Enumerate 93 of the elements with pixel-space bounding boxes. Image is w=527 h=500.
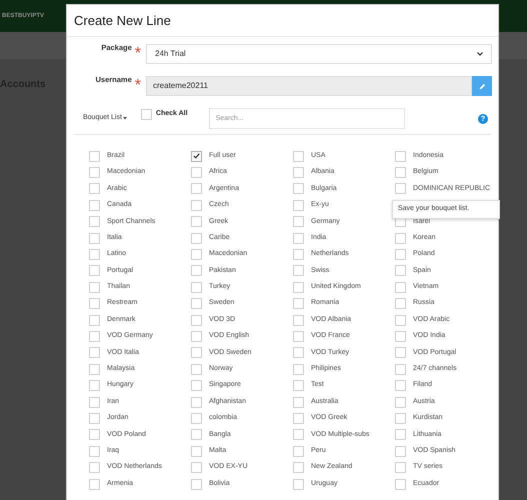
- chevron-down-icon: [477, 52, 483, 56]
- package-select[interactable]: 24h Trial: [146, 44, 492, 64]
- checkbox[interactable]: [395, 429, 406, 440]
- checkbox[interactable]: [293, 462, 304, 474]
- checkbox[interactable]: [395, 380, 406, 392]
- checkbox[interactable]: [293, 298, 304, 310]
- required-mark: *: [134, 76, 141, 96]
- check-icon: [193, 153, 200, 160]
- checkbox[interactable]: [191, 330, 202, 342]
- checkbox[interactable]: [395, 347, 406, 358]
- checkbox[interactable]: [89, 298, 100, 310]
- checkbox[interactable]: [293, 183, 304, 194]
- checkbox[interactable]: [293, 150, 304, 162]
- caret-icon: [122, 117, 127, 120]
- checkbox[interactable]: [89, 183, 100, 194]
- checkbox[interactable]: [395, 364, 406, 375]
- checkbox[interactable]: [191, 412, 202, 424]
- checkbox[interactable]: [89, 364, 100, 375]
- checkbox[interactable]: [191, 429, 202, 440]
- checkbox[interactable]: [191, 446, 202, 457]
- checkbox[interactable]: [89, 150, 100, 162]
- checkbox[interactable]: [191, 183, 202, 194]
- checkbox[interactable]: [89, 216, 100, 228]
- checkbox[interactable]: [191, 364, 202, 375]
- checkbox[interactable]: [293, 478, 304, 490]
- checkbox[interactable]: [293, 396, 304, 408]
- checkbox[interactable]: [293, 200, 304, 211]
- checkbox[interactable]: [191, 265, 202, 276]
- required-mark: *: [134, 44, 141, 64]
- checkbox[interactable]: [293, 364, 304, 375]
- checkbox[interactable]: [293, 314, 304, 326]
- checkbox[interactable]: [191, 150, 202, 162]
- checkbox[interactable]: [89, 446, 100, 457]
- checkbox[interactable]: [191, 462, 202, 474]
- edit-button[interactable]: [472, 76, 492, 96]
- checkbox[interactable]: [191, 282, 202, 293]
- checkbox[interactable]: [293, 216, 304, 228]
- checkbox[interactable]: [395, 298, 406, 310]
- checkbox[interactable]: [89, 347, 100, 358]
- checkbox[interactable]: [89, 396, 100, 408]
- checkbox[interactable]: [395, 478, 406, 490]
- checkbox[interactable]: [191, 216, 202, 228]
- checkbox[interactable]: [293, 232, 304, 244]
- checkbox[interactable]: [395, 183, 406, 194]
- checkbox[interactable]: [293, 330, 304, 342]
- checkbox[interactable]: [293, 249, 304, 260]
- checkbox[interactable]: [395, 282, 406, 293]
- checkbox[interactable]: [293, 412, 304, 424]
- modal-title: Create New Line: [74, 12, 171, 30]
- checkbox[interactable]: [395, 167, 406, 178]
- checkbox[interactable]: [191, 478, 202, 490]
- checkbox[interactable]: [140, 109, 152, 120]
- checkbox[interactable]: [191, 167, 202, 178]
- checkbox[interactable]: [293, 167, 304, 178]
- checkbox[interactable]: [293, 429, 304, 440]
- checkbox[interactable]: [395, 249, 406, 260]
- checkbox[interactable]: [395, 232, 406, 244]
- checkbox[interactable]: [89, 167, 100, 178]
- checkbox[interactable]: [191, 200, 202, 211]
- username-field[interactable]: createme20211: [146, 76, 472, 96]
- checkbox[interactable]: [293, 265, 304, 276]
- checkbox[interactable]: [191, 396, 202, 408]
- checkbox[interactable]: [191, 380, 202, 392]
- checkbox[interactable]: [395, 462, 406, 474]
- checkbox[interactable]: [191, 232, 202, 244]
- checkbox[interactable]: [89, 429, 100, 440]
- checkbox[interactable]: [89, 232, 100, 244]
- checkbox[interactable]: [89, 314, 100, 326]
- checkbox[interactable]: [293, 282, 304, 293]
- checkbox[interactable]: [89, 200, 100, 211]
- checkbox[interactable]: [395, 150, 406, 162]
- checkbox[interactable]: [89, 478, 100, 490]
- checkbox[interactable]: [395, 265, 406, 276]
- checkbox[interactable]: [89, 462, 100, 474]
- checkbox[interactable]: [89, 412, 100, 424]
- checkbox[interactable]: [395, 314, 406, 326]
- checkbox[interactable]: [89, 380, 100, 392]
- checkbox[interactable]: [191, 249, 202, 260]
- checkbox[interactable]: [395, 396, 406, 408]
- checkbox[interactable]: [395, 330, 406, 342]
- checkbox[interactable]: [395, 412, 406, 424]
- checkbox[interactable]: [191, 298, 202, 310]
- checkbox[interactable]: [293, 446, 304, 457]
- checkbox[interactable]: [89, 282, 100, 293]
- pencil-icon: [478, 82, 486, 90]
- checkbox[interactable]: [89, 330, 100, 342]
- checkbox[interactable]: [89, 249, 100, 260]
- checkbox[interactable]: [89, 265, 100, 276]
- checkbox[interactable]: [191, 314, 202, 326]
- checkbox[interactable]: [293, 347, 304, 358]
- checkbox[interactable]: [395, 446, 406, 457]
- checkbox[interactable]: [191, 347, 202, 358]
- checkbox[interactable]: [293, 380, 304, 392]
